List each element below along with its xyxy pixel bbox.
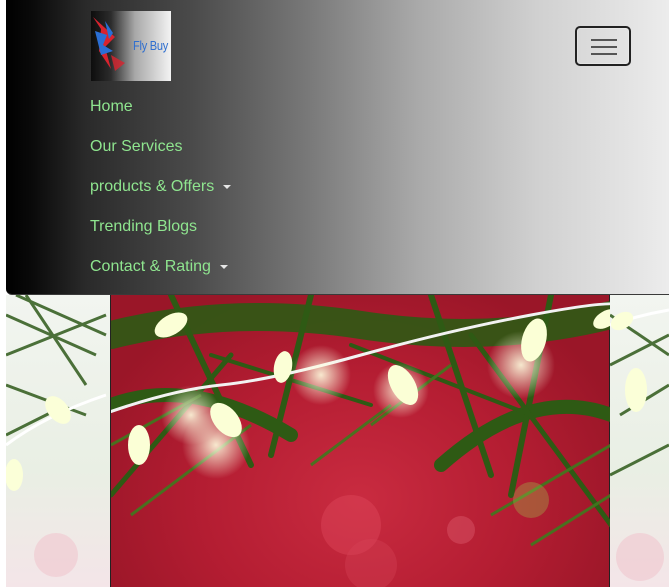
brand-logo-text: Fly Buy (133, 38, 169, 53)
carousel-prev-slide-preview[interactable] (6, 295, 110, 587)
nav-link-label: Our Services (90, 138, 183, 155)
nav-dropdown-contact-rating[interactable]: Contact & Rating (90, 247, 231, 287)
nav-link-our-services[interactable]: Our Services (90, 127, 231, 167)
caret-down-icon (219, 265, 228, 269)
nav-dropdown-products-offers[interactable]: products & Offers (90, 167, 232, 207)
nav-link-label: Contact & Rating (90, 258, 211, 275)
nav-menu: Home Our Services products & Offers Tren… (90, 87, 232, 287)
christmas-garland-image (97, 295, 625, 587)
navbar-toggler-button[interactable] (575, 26, 631, 66)
nav-link-home[interactable]: Home (90, 87, 231, 127)
christmas-lights-image (6, 295, 107, 577)
page: Fly Buy Home Our Services products & Off… (0, 0, 669, 587)
nav-link-trending-blogs[interactable]: Trending Blogs (90, 207, 231, 247)
brand-logo[interactable]: Fly Buy (91, 11, 171, 81)
carousel-active-slide[interactable] (97, 295, 625, 587)
nav-link-label: Home (90, 98, 133, 115)
hero-carousel (6, 295, 669, 587)
nav-link-label: products & Offers (90, 178, 215, 195)
carousel-next-slide-preview[interactable] (609, 295, 669, 587)
top-navbar: Fly Buy Home Our Services products & Off… (6, 0, 669, 295)
christmas-lights-image (609, 308, 669, 581)
caret-down-icon (223, 185, 232, 189)
nav-link-label: Trending Blogs (90, 218, 198, 235)
